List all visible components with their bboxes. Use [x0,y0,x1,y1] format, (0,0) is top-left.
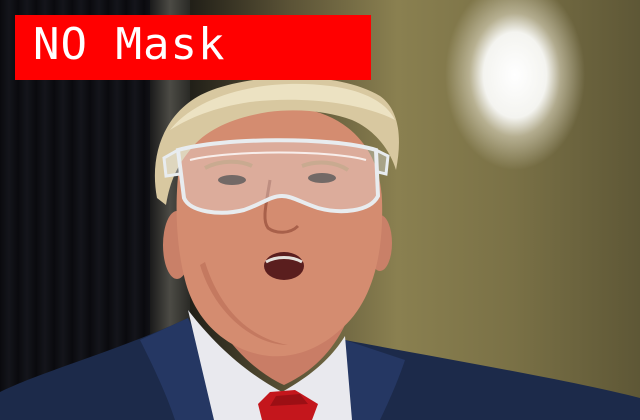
photo: NO Mask [0,0,640,420]
detection-label-box: NO Mask [15,15,371,80]
detection-label: NO Mask [33,19,226,70]
